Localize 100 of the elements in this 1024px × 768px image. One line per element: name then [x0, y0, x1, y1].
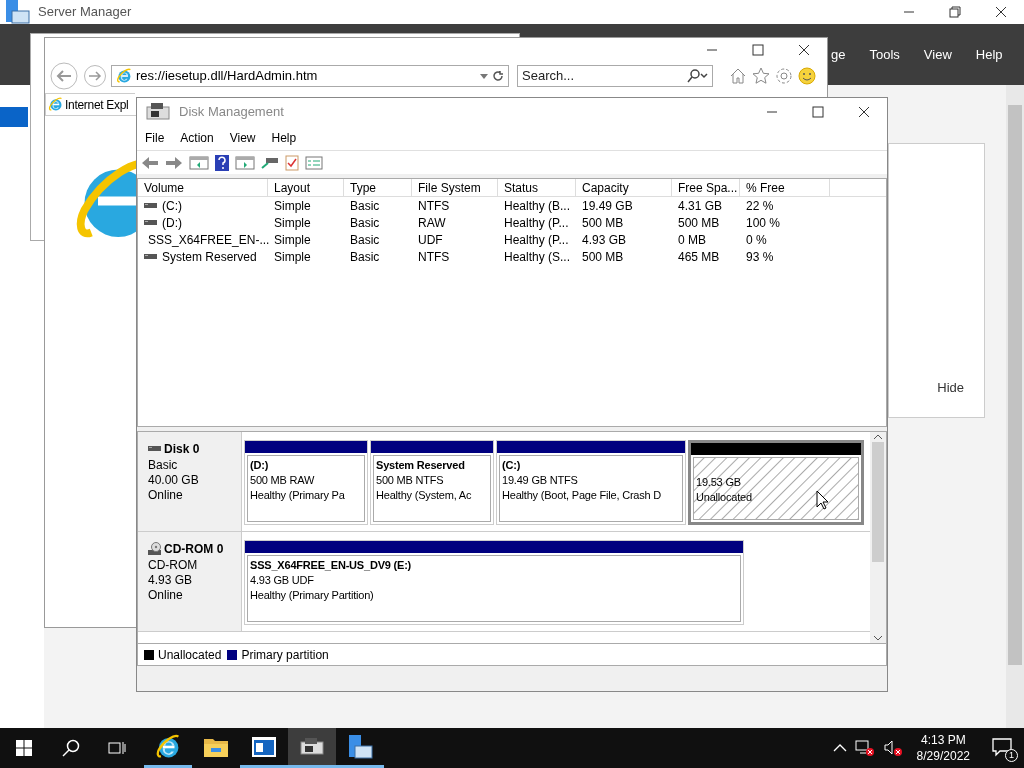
partition-status: Healthy (Primary Pa — [250, 488, 345, 503]
smiley-icon[interactable] — [798, 67, 816, 85]
action-pane-icon[interactable] — [235, 155, 255, 170]
window-title: Server Manager — [38, 3, 132, 22]
chevron-up-icon[interactable] — [832, 743, 847, 753]
disk-drive-icon — [144, 218, 158, 227]
menu-item[interactable]: View — [923, 44, 952, 65]
speaker-icon[interactable] — [882, 739, 903, 757]
hide-link[interactable]: Hide — [937, 377, 964, 397]
partition-block[interactable]: (C:) 19.49 GB NTFS Healthy (Boot, Page File, Crash D — [496, 440, 686, 525]
dropdown-caret-icon[interactable] — [480, 73, 488, 79]
partition-name: System Reserved — [376, 458, 465, 473]
browser-icon — [116, 68, 132, 84]
search-icon[interactable] — [62, 739, 80, 757]
menu-item[interactable]: Help — [975, 44, 1003, 65]
column-header[interactable]: Free Spa... — [672, 179, 740, 196]
disk-detail: Online — [148, 488, 184, 503]
taskbar-button[interactable] — [288, 728, 336, 768]
clock-date[interactable]: 8/29/2022 — [916, 748, 970, 764]
table-cell-text: 500 MB — [582, 214, 624, 232]
partition-size: 19.49 GB NTFS — [502, 473, 578, 488]
disk-drive-icon — [144, 252, 158, 261]
console-tree-icon[interactable] — [189, 155, 209, 170]
search-field[interactable]: Search... — [517, 65, 713, 87]
menu-item[interactable]: File — [145, 129, 165, 147]
partition-size: 500 MB NTFS — [376, 473, 444, 488]
table-cell-text: RAW — [418, 214, 446, 232]
notifications-icon[interactable] — [992, 738, 1014, 758]
column-header[interactable]: Layout — [268, 179, 344, 196]
star-icon[interactable] — [752, 67, 770, 85]
cd-drive-icon — [148, 542, 162, 556]
table-cell-text: Basic — [350, 214, 380, 232]
table-cell-text: 0 MB — [678, 231, 706, 249]
back-icon[interactable] — [49, 61, 79, 91]
home-icon[interactable] — [729, 67, 747, 85]
table-cell-text: (C:) — [162, 197, 182, 215]
column-header[interactable]: Type — [344, 179, 412, 196]
menu-item[interactable]: Action — [180, 129, 214, 147]
column-header[interactable]: File System — [412, 179, 498, 196]
disk-management-icon — [145, 101, 171, 123]
search-icon[interactable] — [686, 69, 708, 83]
table-cell-text: 4.93 GB — [582, 231, 627, 249]
menu-item[interactable]: View — [229, 129, 256, 147]
disk-management-icon — [299, 735, 325, 758]
browser-tab[interactable]: Internet Expl — [45, 93, 135, 115]
table-cell-text: UDF — [418, 231, 443, 249]
scroll-down-icon[interactable] — [873, 635, 883, 641]
table-cell-text: Basic — [350, 231, 380, 249]
disk-detail: 40.00 GB — [148, 473, 200, 488]
column-header[interactable]: Capacity — [576, 179, 672, 196]
table-cell-text: 19.49 GB — [582, 197, 633, 215]
table-cell-text: 500 MB — [678, 214, 720, 232]
column-header[interactable]: % Free — [740, 179, 830, 196]
start-icon[interactable] — [16, 740, 32, 756]
partition-block[interactable]: 19.53 GB Unallocated — [688, 440, 864, 525]
table-cell-text: 500 MB — [582, 248, 624, 266]
menu-item[interactable]: ge — [831, 44, 846, 65]
scroll-up-icon[interactable] — [873, 434, 883, 440]
disk-detail: 4.93 GB — [148, 573, 194, 588]
table-cell-text: Healthy (P... — [504, 214, 569, 232]
refresh-icon[interactable] — [492, 70, 504, 82]
table-cell-text: Basic — [350, 248, 380, 266]
disk-detail: Basic — [148, 458, 179, 473]
table-cell-text: Basic — [350, 197, 380, 215]
forward-icon[interactable] — [165, 155, 183, 170]
partition-block[interactable]: System Reserved 500 MB NTFS Healthy (System, Ac — [370, 440, 494, 525]
menu-item[interactable]: Help — [271, 129, 297, 147]
table-cell-text: Simple — [274, 231, 311, 249]
table-cell-text: Simple — [274, 197, 311, 215]
partition-name: (D:) — [250, 458, 269, 473]
connect-icon[interactable] — [261, 155, 279, 170]
column-header[interactable]: Volume — [138, 179, 268, 196]
table-cell-text: Simple — [274, 214, 311, 232]
scrollbar[interactable] — [870, 432, 886, 643]
task-view-icon[interactable] — [108, 740, 126, 756]
table-cell-text: 4.31 GB — [678, 197, 723, 215]
partition-block[interactable]: SSS_X64FREE_EN-US_DV9 (E:) 4.93 GB UDF Healthy (Primary Partition) — [244, 540, 744, 625]
scrollbar[interactable] — [1006, 85, 1024, 728]
menu-item[interactable]: Tools — [869, 44, 900, 65]
table-cell-text: NTFS — [418, 248, 450, 266]
server-manager-icon — [4, 0, 30, 25]
partition-status: Healthy (System, Ac — [376, 488, 472, 503]
legend-label: Unallocated — [158, 646, 222, 664]
column-header[interactable]: Status — [498, 179, 576, 196]
partition-block[interactable]: (D:) 500 MB RAW Healthy (Primary Pa — [244, 440, 368, 525]
address-field[interactable]: res://iesetup.dll/HardAdmin.htm — [111, 65, 509, 87]
checklist-icon[interactable] — [285, 154, 299, 171]
network-icon[interactable] — [854, 739, 875, 757]
table-cell-text: 0 % — [746, 231, 767, 249]
back-icon[interactable] — [141, 155, 159, 170]
settings-icon[interactable] — [775, 67, 793, 85]
partition-size: 500 MB RAW — [250, 473, 315, 488]
clock-time[interactable]: 4:13 PM — [920, 732, 966, 748]
help-icon[interactable] — [215, 154, 229, 171]
partition-status: Unallocated — [696, 490, 752, 505]
table-cell-text: NTFS — [418, 197, 450, 215]
disk-drive-icon — [148, 445, 162, 453]
partition-name: SSS_X64FREE_EN-US_DV9 (E:) — [250, 558, 412, 573]
table-cell-text: Healthy (P... — [504, 231, 569, 249]
table-cell-text: Simple — [274, 248, 311, 266]
